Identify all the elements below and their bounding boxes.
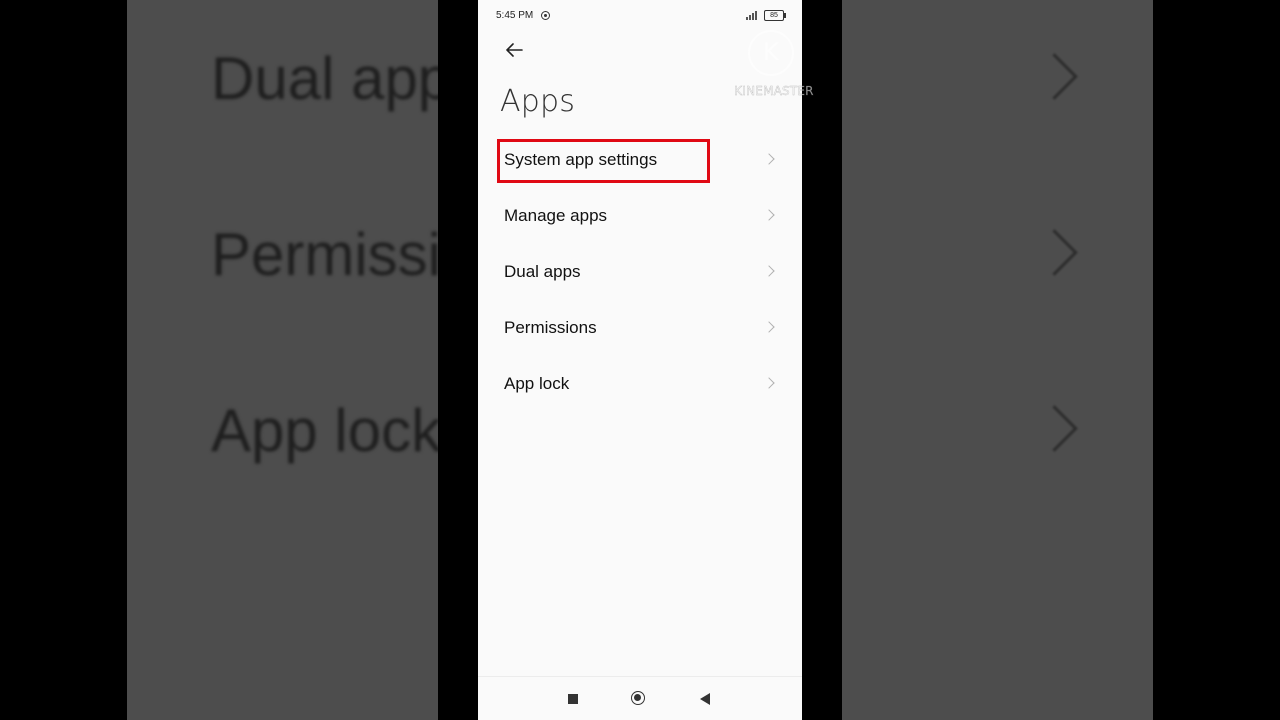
recents-button[interactable] [568,694,578,704]
back-button[interactable] [502,38,526,62]
phone-screen: 5:45 PM 85 Apps System app settings Mana… [478,0,802,720]
menu-item-label: Permissions [504,318,597,337]
nav-back-button[interactable] [700,693,710,705]
background-label: Permissions [211,221,438,288]
letterbox-right [802,0,842,720]
video-frame: Dual apps Permissions App lock 5:45 PM 8… [0,0,1280,720]
kinemaster-watermark: K KINEMASTER [726,30,822,102]
arrow-left-icon [506,43,523,57]
home-button[interactable] [631,691,645,705]
watermark-text: KINEMASTER [734,84,814,98]
menu-item-label: Manage apps [504,206,608,225]
chevron-right-icon [763,321,775,333]
menu-item-manage-apps[interactable]: Manage apps [478,188,802,244]
chevron-right-icon [1031,405,1078,452]
menu-item-dual-apps[interactable]: Dual apps [478,244,802,300]
settings-list: System app settings Manage apps Dual app… [478,132,802,412]
chevron-right-icon [763,265,775,277]
menu-item-app-lock[interactable]: App lock [478,356,802,412]
background-label: App lock [211,397,438,464]
menu-item-permissions[interactable]: Permissions [478,300,802,356]
status-time: 5:45 PM [496,10,534,21]
menu-item-label: App lock [504,374,570,393]
menu-item-system-app-settings[interactable]: System app settings [478,132,802,188]
background-zoom-right [842,0,1153,720]
chevron-right-icon [763,153,775,165]
chevron-right-icon [1031,229,1078,276]
page-title: Apps [500,84,576,119]
chevron-right-icon [763,209,775,221]
record-indicator-icon [541,11,550,20]
menu-item-label: Dual apps [504,262,581,281]
navigation-bar [478,676,802,720]
background-zoom-left: Dual apps Permissions App lock [127,0,438,720]
background-label: Dual apps [211,45,438,112]
status-bar: 5:45 PM 85 [478,0,802,30]
chevron-right-icon [763,377,775,389]
letterbox-left [438,0,478,720]
watermark-logo-letter: K [763,38,779,66]
highlight-box [497,139,710,183]
signal-icon [746,11,760,20]
chevron-right-icon [1031,53,1078,100]
battery-icon: 85 [764,10,786,21]
